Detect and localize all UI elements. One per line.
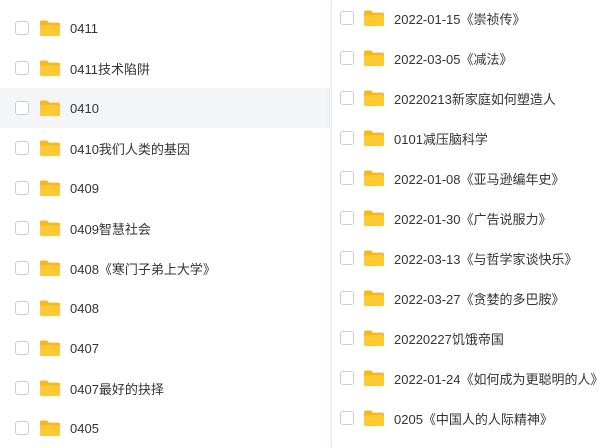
folder-name: 2022-01-30《广告说服力》 xyxy=(394,211,552,227)
folder-icon xyxy=(363,209,385,227)
folder-icon xyxy=(39,19,61,37)
row-checkbox[interactable] xyxy=(340,251,354,265)
left-file-list: 0411 0411技术陷阱 0410 0410我们人类的基因 0409 0409… xyxy=(0,8,330,448)
row-checkbox[interactable] xyxy=(15,21,29,35)
row-checkbox[interactable] xyxy=(15,341,29,355)
folder-name: 0405 xyxy=(70,420,99,436)
folder-name: 0411 xyxy=(70,20,98,36)
folder-icon xyxy=(363,169,385,187)
folder-row[interactable]: 2022-01-08《亚马逊编年史》 xyxy=(332,158,601,198)
folder-row[interactable]: 20220213新家庭如何塑造人 xyxy=(332,78,601,118)
right-file-list-panel: 2022-01-15《崇祯传》 2022-03-05《减法》 20220213新… xyxy=(331,0,601,448)
folder-icon xyxy=(39,379,61,397)
folder-row[interactable]: 2022-03-05《减法》 xyxy=(332,38,601,78)
row-checkbox[interactable] xyxy=(15,381,29,395)
folder-icon xyxy=(363,369,385,387)
row-checkbox[interactable] xyxy=(340,211,354,225)
folder-name: 2022-01-24《如何成为更聪明的人》 xyxy=(394,371,601,387)
folder-name: 20220227饥饿帝国 xyxy=(394,331,504,347)
folder-name: 0408 xyxy=(70,300,99,316)
left-file-list-panel: 0411 0411技术陷阱 0410 0410我们人类的基因 0409 0409… xyxy=(0,0,330,448)
folder-name: 0101减压脑科学 xyxy=(394,131,488,147)
folder-name: 2022-03-05《减法》 xyxy=(394,51,513,67)
folder-name: 2022-03-13《与哲学家谈快乐》 xyxy=(394,251,578,267)
folder-row[interactable]: 0407 xyxy=(0,328,330,368)
folder-icon xyxy=(363,49,385,67)
folder-name: 2022-01-08《亚马逊编年史》 xyxy=(394,171,565,187)
folder-name: 20220213新家庭如何塑造人 xyxy=(394,91,556,107)
folder-icon xyxy=(363,289,385,307)
folder-row[interactable]: 0409智慧社会 xyxy=(0,208,330,248)
folder-icon xyxy=(39,299,61,317)
folder-row[interactable]: 2022-03-27《贪婪的多巴胺》 xyxy=(332,278,601,318)
folder-icon xyxy=(39,179,61,197)
folder-name: 0409智慧社会 xyxy=(70,221,151,237)
folder-row[interactable]: 0409 xyxy=(0,168,330,208)
folder-icon xyxy=(39,259,61,277)
folder-icon xyxy=(39,99,61,117)
folder-row[interactable]: 0411 xyxy=(0,8,330,48)
row-checkbox[interactable] xyxy=(340,11,354,25)
folder-row[interactable]: 0407最好的抉择 xyxy=(0,368,330,408)
row-checkbox[interactable] xyxy=(15,261,29,275)
folder-row[interactable]: 0411技术陷阱 xyxy=(0,48,330,88)
folder-row[interactable]: 0410 xyxy=(0,88,330,128)
folder-name: 0408《寒门子弟上大学》 xyxy=(70,261,216,277)
row-checkbox[interactable] xyxy=(15,301,29,315)
folder-icon xyxy=(39,339,61,357)
row-checkbox[interactable] xyxy=(15,221,29,235)
folder-name: 0205《中国人的人际精神》 xyxy=(394,411,553,427)
folder-row[interactable]: 2022-01-24《如何成为更聪明的人》 xyxy=(332,358,601,398)
folder-icon xyxy=(363,89,385,107)
row-checkbox[interactable] xyxy=(340,371,354,385)
row-checkbox[interactable] xyxy=(340,171,354,185)
folder-row[interactable]: 0408《寒门子弟上大学》 xyxy=(0,248,330,288)
row-checkbox[interactable] xyxy=(15,421,29,435)
row-checkbox[interactable] xyxy=(340,131,354,145)
folder-name: 2022-03-27《贪婪的多巴胺》 xyxy=(394,291,565,307)
folder-icon xyxy=(363,409,385,427)
folder-name: 2022-01-15《崇祯传》 xyxy=(394,11,526,27)
row-checkbox[interactable] xyxy=(15,101,29,115)
folder-icon xyxy=(363,249,385,267)
folder-icon xyxy=(39,59,61,77)
row-checkbox[interactable] xyxy=(340,51,354,65)
folder-name: 0409 xyxy=(70,180,99,196)
folder-row[interactable]: 0408 xyxy=(0,288,330,328)
right-file-list: 2022-01-15《崇祯传》 2022-03-05《减法》 20220213新… xyxy=(332,0,601,438)
folder-name: 0411技术陷阱 xyxy=(70,61,150,77)
folder-icon xyxy=(39,219,61,237)
row-checkbox[interactable] xyxy=(340,291,354,305)
folder-row[interactable]: 2022-03-13《与哲学家谈快乐》 xyxy=(332,238,601,278)
folder-name: 0407最好的抉择 xyxy=(70,381,164,397)
folder-name: 0410我们人类的基因 xyxy=(70,141,190,157)
row-checkbox[interactable] xyxy=(340,331,354,345)
row-checkbox[interactable] xyxy=(15,61,29,75)
folder-icon xyxy=(363,129,385,147)
folder-icon xyxy=(363,329,385,347)
folder-row[interactable]: 0405 xyxy=(0,408,330,448)
folder-name: 0407 xyxy=(70,340,99,356)
folder-icon xyxy=(39,419,61,437)
row-checkbox[interactable] xyxy=(340,91,354,105)
folder-row[interactable]: 20220227饥饿帝国 xyxy=(332,318,601,358)
folder-name: 0410 xyxy=(70,100,99,116)
folder-icon xyxy=(39,139,61,157)
folder-row[interactable]: 0410我们人类的基因 xyxy=(0,128,330,168)
row-checkbox[interactable] xyxy=(15,141,29,155)
row-checkbox[interactable] xyxy=(15,181,29,195)
folder-icon xyxy=(363,9,385,27)
row-checkbox[interactable] xyxy=(340,411,354,425)
folder-row[interactable]: 0205《中国人的人际精神》 xyxy=(332,398,601,438)
folder-row[interactable]: 2022-01-15《崇祯传》 xyxy=(332,0,601,38)
folder-row[interactable]: 2022-01-30《广告说服力》 xyxy=(332,198,601,238)
folder-row[interactable]: 0101减压脑科学 xyxy=(332,118,601,158)
